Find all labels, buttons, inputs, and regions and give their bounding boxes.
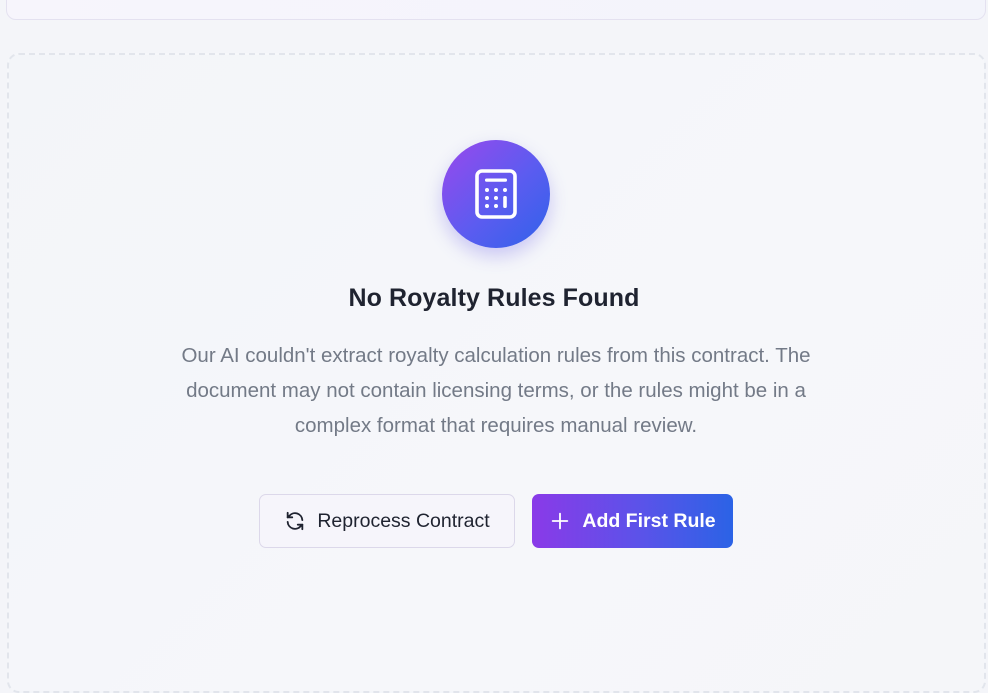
refresh-icon [284,510,306,532]
add-first-rule-button[interactable]: Add First Rule [532,494,733,548]
top-card [6,0,986,20]
empty-state-icon-badge [442,140,550,248]
empty-state-title: No Royalty Rules Found [348,284,640,312]
reprocess-contract-label: Reprocess Contract [317,509,490,532]
add-first-rule-label: Add First Rule [582,509,716,532]
empty-state-description: Our AI couldn't extract royalty calculat… [181,344,811,437]
plus-icon [549,510,571,532]
calculator-icon [475,169,517,219]
reprocess-contract-button[interactable]: Reprocess Contract [259,494,515,548]
